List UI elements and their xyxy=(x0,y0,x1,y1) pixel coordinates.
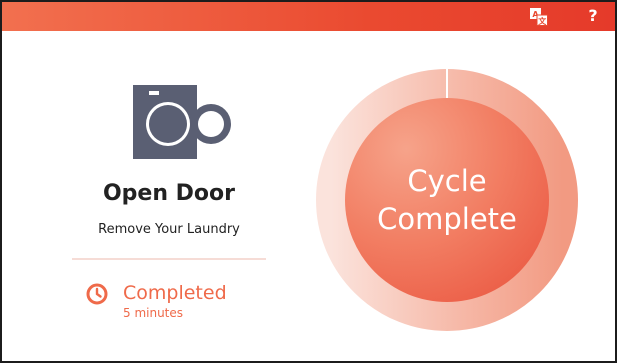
cycle-label-line1: Cycle xyxy=(407,164,487,198)
top-bar: A 文 ? xyxy=(2,2,615,31)
cycle-complete-button[interactable]: Cycle Complete xyxy=(345,98,549,302)
completed-label: Completed xyxy=(123,282,227,304)
translate-button[interactable]: A 文 xyxy=(530,8,548,26)
translate-icon: A 文 xyxy=(530,8,548,26)
cycle-label-line2: Complete xyxy=(377,202,517,236)
front-load-washer-icon xyxy=(133,85,231,159)
completed-time: 5 minutes xyxy=(123,306,184,320)
clock-icon xyxy=(86,283,108,305)
help-button[interactable]: ? xyxy=(584,5,602,27)
status-subtitle: Remove Your Laundry xyxy=(98,222,240,237)
divider xyxy=(72,258,266,260)
svg-text:文: 文 xyxy=(538,16,547,26)
washer-display-screen: A 文 ? Open Door Remove Your Laundry Comp… xyxy=(0,0,617,363)
status-title: Open Door xyxy=(102,181,236,206)
